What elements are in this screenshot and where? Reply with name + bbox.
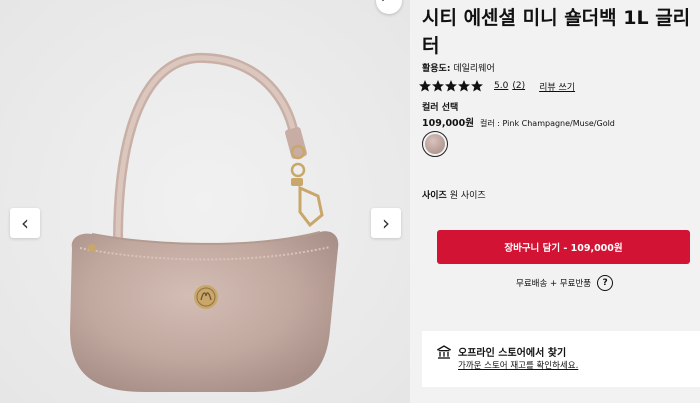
rating-stars bbox=[419, 80, 484, 92]
write-review-link[interactable]: 리뷰 쓰기 bbox=[539, 80, 575, 93]
next-image-button[interactable]: › bbox=[371, 208, 401, 238]
star-icon bbox=[445, 80, 457, 92]
add-to-cart-button[interactable]: 장바구니 담기 - 109,000원 bbox=[437, 230, 690, 264]
help-icon[interactable]: ? bbox=[597, 275, 614, 291]
heart-icon bbox=[381, 0, 385, 2]
previous-image-button[interactable]: ‹ bbox=[10, 208, 40, 238]
store-finder-card[interactable]: 오프라인 스토어에서 찾기 가까운 스토어 재고를 확인하세요. bbox=[422, 331, 700, 387]
product-image bbox=[0, 0, 410, 403]
store-finder-link[interactable]: 가까운 스토어 재고를 확인하세요. bbox=[458, 359, 578, 371]
activity-info: 활용도: 데일리웨어 bbox=[422, 61, 495, 74]
divider bbox=[422, 314, 700, 315]
rating-value[interactable]: 5.0 bbox=[494, 81, 508, 91]
size-value: 원 사이즈 bbox=[449, 191, 486, 201]
star-icon bbox=[432, 80, 444, 92]
star-icon bbox=[419, 80, 431, 92]
shipping-text: 무료배송 + 무료반품 bbox=[516, 279, 592, 289]
size-info: 사이즈 원 사이즈 bbox=[422, 188, 486, 201]
color-swatch-pink-champagne[interactable] bbox=[422, 131, 448, 157]
star-icon bbox=[471, 80, 483, 92]
star-icon bbox=[458, 80, 470, 92]
color-heading: 컬러 선택 bbox=[422, 103, 459, 113]
activity-value: 데일리웨어 bbox=[453, 64, 495, 74]
rating-count[interactable]: (2) bbox=[512, 81, 525, 91]
swatch-fill bbox=[425, 134, 445, 154]
shipping-info: 무료배송 + 무료반품 ? bbox=[516, 275, 614, 291]
chevron-left-icon: ‹ bbox=[21, 211, 29, 235]
price-row: 109,000원 컬러 : Pink Champagne/Muse/Gold bbox=[422, 115, 615, 129]
store-finder-title: 오프라인 스토어에서 찾기 bbox=[458, 348, 567, 359]
chevron-right-icon: › bbox=[382, 211, 390, 235]
product-title: 시티 에센셜 미니 숄더백 1L 글리터 bbox=[422, 7, 691, 57]
rating-row: 5.0 (2) 리뷰 쓰기 bbox=[419, 78, 575, 94]
size-label: 사이즈 bbox=[422, 191, 447, 201]
product-price: 109,000원 bbox=[422, 118, 475, 129]
activity-label: 활용도: bbox=[422, 64, 451, 74]
product-info-panel: 시티 에센셜 미니 숄더백 1L 글리터 활용도: 데일리웨어 5.0 (2) … bbox=[410, 0, 700, 403]
product-image-gallery: ‹ › bbox=[0, 0, 410, 403]
selected-color-name: 컬러 : Pink Champagne/Muse/Gold bbox=[480, 119, 615, 128]
store-icon bbox=[436, 345, 452, 359]
